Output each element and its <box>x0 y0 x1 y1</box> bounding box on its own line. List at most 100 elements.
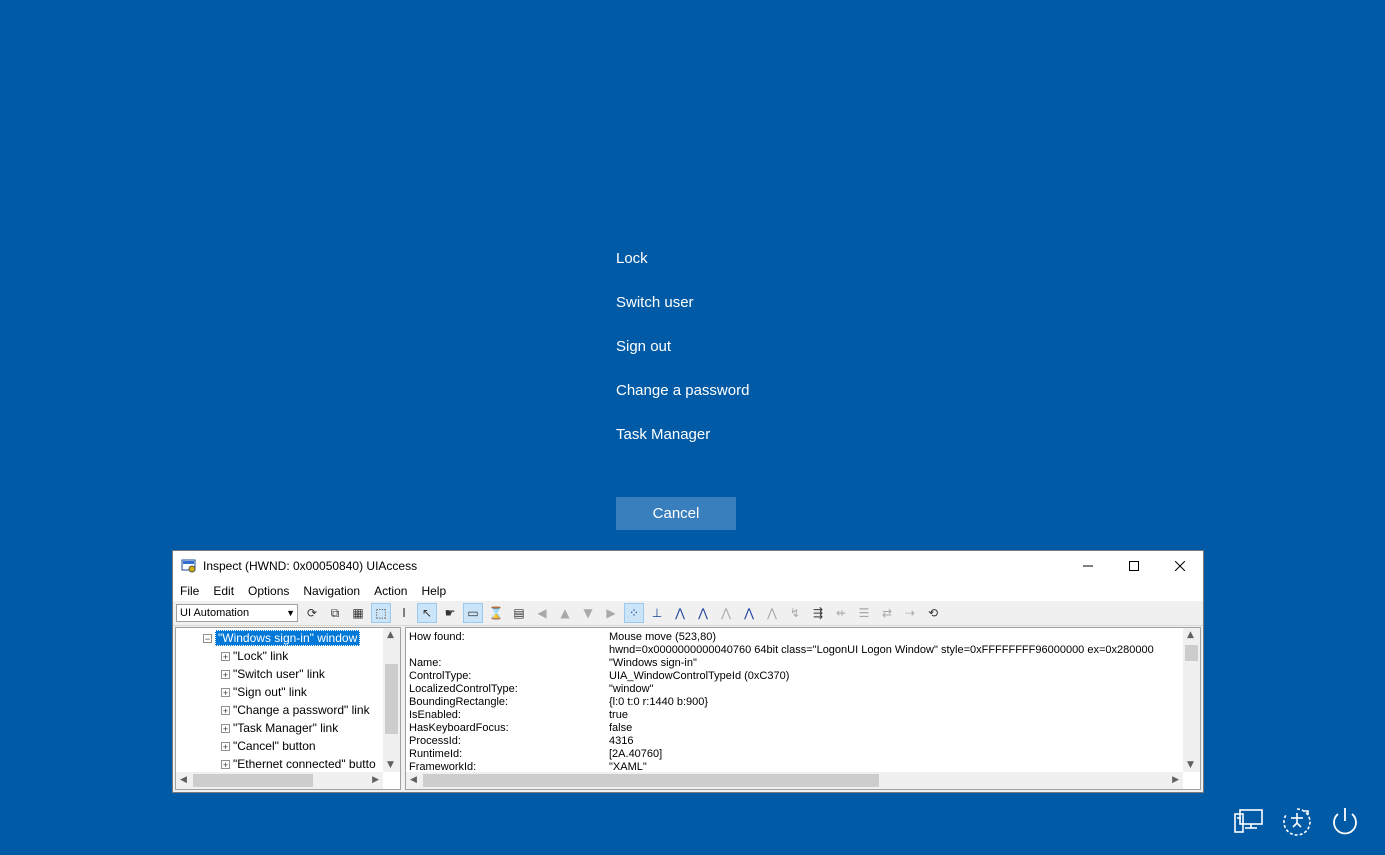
properties-icon[interactable]: ▦ <box>348 603 368 623</box>
tree-item[interactable]: + "Switch user" link <box>221 665 400 683</box>
tree-vertical-scrollbar[interactable]: ▲ ▼ <box>383 628 400 772</box>
menu-options[interactable]: Options <box>248 584 289 598</box>
power-icon[interactable] <box>1328 805 1362 839</box>
tree-item-label: "Cancel" button <box>233 739 316 753</box>
tree-horizontal-scrollbar[interactable]: ◀ ▶ <box>176 772 383 789</box>
task-manager-link[interactable]: Task Manager <box>616 424 749 468</box>
collapse-toggle-icon[interactable]: − <box>203 633 212 643</box>
scroll-thumb[interactable] <box>193 774 313 787</box>
maximize-button[interactable] <box>1111 551 1157 580</box>
last-child-icon[interactable]: ⋀ <box>739 603 759 623</box>
tree-item-label: "Change a password" link <box>233 703 370 717</box>
property-key: BoundingRectangle: <box>409 696 509 708</box>
focus-icon[interactable]: ▤ <box>509 603 529 623</box>
lock-link[interactable]: Lock <box>616 248 749 292</box>
scroll-thumb[interactable] <box>1185 645 1198 661</box>
hover-icon[interactable]: ☛ <box>440 603 460 623</box>
tree-extra-icon[interactable]: ⋀ <box>762 603 782 623</box>
first-child-icon[interactable]: ⋀ <box>670 603 690 623</box>
caret-icon[interactable]: ⌛ <box>486 603 506 623</box>
property-key: RuntimeId: <box>409 748 463 760</box>
expand-toggle-icon[interactable]: + <box>221 759 230 769</box>
expand-toggle-icon[interactable]: + <box>221 741 230 751</box>
tree-item-label: "Sign out" link <box>233 685 307 699</box>
action-icon[interactable]: ↯ <box>785 603 805 623</box>
tree-item[interactable]: + "Task Manager" link <box>221 719 400 737</box>
tree-view-icon[interactable]: ⁘ <box>624 603 644 623</box>
property-key: IsEnabled: <box>409 709 461 721</box>
refresh-icon[interactable]: ⟳ <box>302 603 322 623</box>
prev-sibling-icon[interactable]: ⋀ <box>716 603 736 623</box>
scroll-icon[interactable]: ⇢ <box>900 603 920 623</box>
highlight-icon[interactable]: ▭ <box>463 603 483 623</box>
parent-icon[interactable]: ⊥ <box>647 603 667 623</box>
property-value: 4316 <box>609 735 634 747</box>
chevron-down-icon: ▼ <box>286 608 295 618</box>
toolbar: UI Automation ▼ ⟳ ⧉ ▦ ⬚ I ↖ ☛ ▭ ⌛ ▤ ◀ ▲ … <box>173 601 1203 626</box>
menu-edit[interactable]: Edit <box>213 584 234 598</box>
menu-help[interactable]: Help <box>421 584 446 598</box>
menubar: File Edit Options Navigation Action Help <box>173 580 1203 601</box>
property-row: ProcessId: 4316 <box>406 735 1200 748</box>
property-row: BoundingRectangle: {l:0 t:0 r:1440 b:900} <box>406 696 1200 709</box>
scroll-down-icon[interactable]: ▼ <box>387 760 394 770</box>
element-tree[interactable]: − "Windows sign-in" window + "Lock" link … <box>175 627 401 790</box>
tree-root-item[interactable]: − "Windows sign-in" window <box>203 629 400 647</box>
change-password-link[interactable]: Change a password <box>616 380 749 424</box>
expand-toggle-icon[interactable]: + <box>221 705 230 715</box>
expand-toggle-icon[interactable]: + <box>221 723 230 733</box>
nav-down-icon[interactable]: ▼ <box>578 603 598 623</box>
properties-pane[interactable]: How found: Mouse move (523,80) hwnd=0x000… <box>405 627 1201 790</box>
accessibility-icon[interactable] <box>1280 805 1314 839</box>
switch-user-link[interactable]: Switch user <box>616 292 749 336</box>
tree-item[interactable]: + "Change a password" link <box>221 701 400 719</box>
property-row: HasKeyboardFocus: false <box>406 722 1200 735</box>
menu-navigation[interactable]: Navigation <box>303 584 360 598</box>
tree-item-label: "Switch user" link <box>233 667 325 681</box>
tree-item[interactable]: + "Ethernet connected" butto <box>221 755 400 773</box>
copy-icon[interactable]: ⧉ <box>325 603 345 623</box>
nav-left-icon[interactable]: ◀ <box>532 603 552 623</box>
scroll-left-icon[interactable]: ◀ <box>410 775 417 785</box>
tree-item[interactable]: + "Lock" link <box>221 647 400 665</box>
scroll-thumb[interactable] <box>385 664 398 734</box>
pointer-icon[interactable]: ↖ <box>417 603 437 623</box>
scroll-left-icon[interactable]: ◀ <box>180 775 187 785</box>
menu-action[interactable]: Action <box>374 584 407 598</box>
scroll-down-icon[interactable]: ▼ <box>1187 760 1194 770</box>
next-sibling-icon[interactable]: ⋀ <box>693 603 713 623</box>
scroll-up-icon[interactable]: ▲ <box>387 630 394 640</box>
expand-icon[interactable]: ⇶ <box>808 603 828 623</box>
sync-icon[interactable]: ⟲ <box>923 603 943 623</box>
properties-vertical-scrollbar[interactable]: ▲ ▼ <box>1183 628 1200 772</box>
text-cursor-icon[interactable]: I <box>394 603 414 623</box>
tree-item[interactable]: + "Sign out" link <box>221 683 400 701</box>
mode-select[interactable]: UI Automation ▼ <box>176 604 298 622</box>
expand-toggle-icon[interactable]: + <box>221 687 230 697</box>
property-row: hwnd=0x0000000000040760 64bit class="Log… <box>406 644 1200 657</box>
scroll-right-icon[interactable]: ▶ <box>1172 775 1179 785</box>
properties-horizontal-scrollbar[interactable]: ◀ ▶ <box>406 772 1183 789</box>
close-button[interactable] <box>1157 551 1203 580</box>
property-value: {l:0 t:0 r:1440 b:900} <box>609 696 709 708</box>
cancel-button[interactable]: Cancel <box>616 497 736 530</box>
property-key <box>406 644 609 657</box>
select-rect-icon[interactable]: ⬚ <box>371 603 391 623</box>
nav-up-icon[interactable]: ▲ <box>555 603 575 623</box>
collapse-icon[interactable]: ⇷ <box>831 603 851 623</box>
scroll-up-icon[interactable]: ▲ <box>1187 630 1194 640</box>
expand-toggle-icon[interactable]: + <box>221 669 230 679</box>
menu-file[interactable]: File <box>180 584 199 598</box>
network-icon[interactable] <box>1232 805 1266 839</box>
move-icon[interactable]: ⇄ <box>877 603 897 623</box>
sign-out-link[interactable]: Sign out <box>616 336 749 380</box>
minimize-button[interactable] <box>1065 551 1111 580</box>
inspect-titlebar[interactable]: Inspect (HWND: 0x00050840) UIAccess <box>173 551 1203 580</box>
scroll-right-icon[interactable]: ▶ <box>372 775 379 785</box>
nav-right-icon[interactable]: ▶ <box>601 603 621 623</box>
property-key: ProcessId: <box>409 735 461 747</box>
scroll-thumb[interactable] <box>423 774 879 787</box>
expand-toggle-icon[interactable]: + <box>221 651 230 661</box>
list-icon[interactable]: ☰ <box>854 603 874 623</box>
tree-item[interactable]: + "Cancel" button <box>221 737 400 755</box>
